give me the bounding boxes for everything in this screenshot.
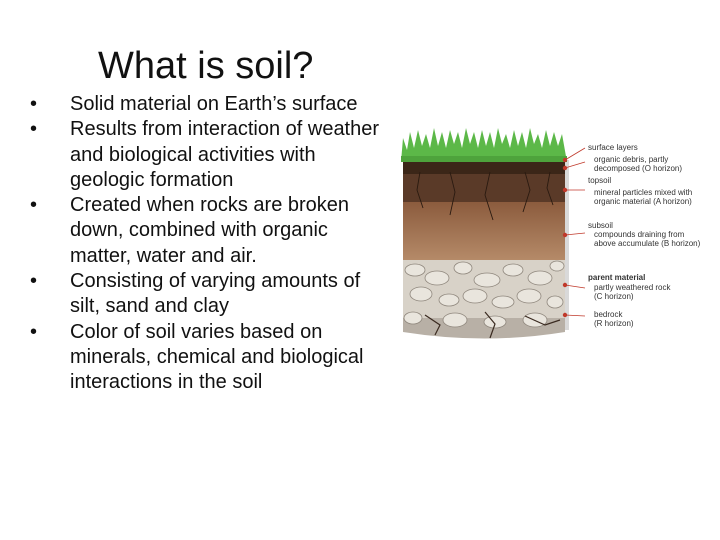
label-bedrock-line2: (R horizon) <box>594 319 634 328</box>
label-parent-material: parent material <box>588 273 645 282</box>
label-organic-debris-line2: decomposed (O horizon) <box>594 164 682 173</box>
label-compounds-line2: above accumulate (B horizon) <box>594 239 701 248</box>
organic-layer <box>403 160 565 174</box>
label-topsoil: topsoil <box>588 176 611 185</box>
label-weathered-line2: (C horizon) <box>594 292 634 301</box>
bullet-list: • Solid material on Earth’s surface • Resu… <box>26 92 386 396</box>
label-compounds-line1: compounds draining from <box>594 230 685 239</box>
bullet-item: • Consisting of varying amounts of silt, … <box>26 269 386 320</box>
label-organic-debris-line1: organic debris, partly <box>594 155 668 164</box>
subsoil-layer <box>403 200 565 260</box>
diagram-labels: surface layers organic debris, partly de… <box>588 143 701 328</box>
bullet-item: • Solid material on Earth’s surface <box>26 92 386 117</box>
bullet-text: Results from interaction of weather and … <box>70 118 380 191</box>
bullet-item: • Color of soil varies based on minerals,… <box>26 320 386 396</box>
slide-title: What is soil? <box>98 45 314 87</box>
label-surface-layers: surface layers <box>588 143 638 152</box>
bullet-text: Consisting of varying amounts of silt, s… <box>70 270 361 318</box>
label-mineral-line1: mineral particles mixed with <box>594 188 692 197</box>
bullet-dot: • <box>30 118 38 141</box>
bullet-text: Color of soil varies based on minerals, … <box>70 320 364 394</box>
bullet-dot: • <box>30 93 38 115</box>
soil-block <box>401 128 569 339</box>
label-mineral-line2: organic material (A horizon) <box>594 197 692 206</box>
bullet-item: • Results from interaction of weather and… <box>26 117 386 193</box>
bullet-text: Solid material on Earth’s surface <box>70 93 358 115</box>
bullet-text: Created when rocks are broken down, comb… <box>70 194 350 267</box>
label-subsoil: subsoil <box>588 221 613 230</box>
bullet-dot: • <box>30 320 38 343</box>
bullet-dot: • <box>30 194 38 217</box>
label-weathered-line1: partly weathered rock <box>594 283 671 292</box>
bullet-item: • Created when rocks are broken down, com… <box>26 193 386 269</box>
label-bedrock-line1: bedrock <box>594 310 623 319</box>
topsoil-layer <box>403 172 565 202</box>
bullet-dot: • <box>30 270 38 293</box>
soil-profile-diagram: surface layers organic debris, partly de… <box>401 128 701 339</box>
